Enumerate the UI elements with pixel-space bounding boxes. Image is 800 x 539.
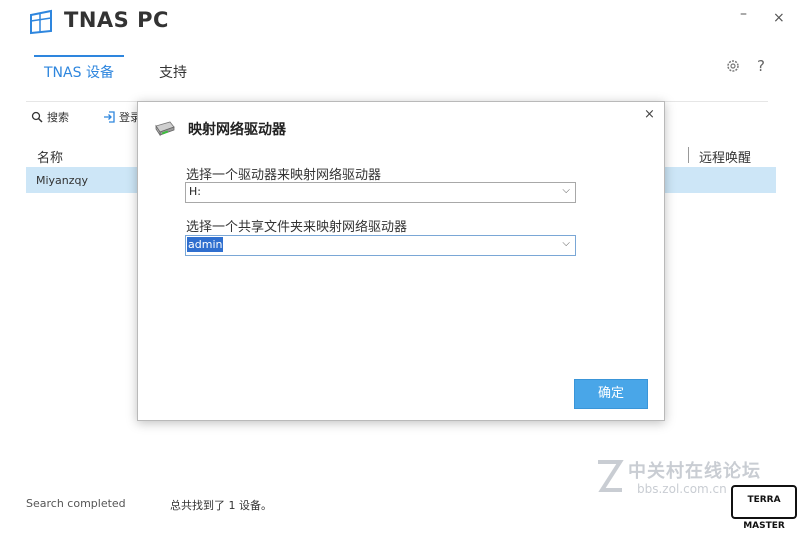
dialog-close-button[interactable]: × [644,107,655,122]
column-separator[interactable] [688,147,689,163]
share-select-value: admin [187,237,224,252]
status-text: Search completed [26,497,126,510]
zol-logo-icon [598,460,624,492]
watermark-site-name: 中关村在线论坛 [628,461,761,482]
column-header-wake[interactable]: 远程唤醒 [699,147,751,166]
gear-icon[interactable] [725,58,741,74]
chevron-down-icon: ⌵ [562,185,570,196]
login-icon [104,111,115,123]
drive-select-value: H: [189,185,201,198]
search-icon [31,111,43,123]
app-logo-icon [30,9,52,35]
drive-select[interactable]: H: ⌵ [185,182,576,203]
column-header-name[interactable]: 名称 [37,147,63,166]
app-title: TNAS PC [64,8,169,32]
device-name: Miyanzqy [36,174,89,187]
help-icon[interactable]: ? [757,57,765,75]
close-window-button[interactable]: × [773,10,785,26]
active-tab-indicator [34,55,124,57]
map-network-drive-dialog: 映射网络驱动器 × 选择一个驱动器来映射网络驱动器 H: ⌵ 选择一个共享文件夹… [137,101,665,421]
device-count-text: 总共找到了 1 设备。 [170,499,272,512]
search-label: 搜索 [47,111,69,124]
network-drive-icon [155,121,175,137]
ok-button[interactable]: 确定 [574,379,648,409]
tab-tnas-devices[interactable]: TNAS 设备 [44,62,114,82]
dialog-title: 映射网络驱动器 [188,122,286,138]
chevron-down-icon: ⌵ [562,238,570,249]
login-button[interactable]: 登录 [103,109,141,125]
drive-label: 选择一个驱动器来映射网络驱动器 [186,168,382,183]
search-button[interactable]: 搜索 [31,109,69,125]
terramaster-logo: TERRA MASTER [731,485,797,531]
minimize-button[interactable]: – [740,6,747,22]
share-select[interactable]: admin ⌵ [185,235,576,256]
watermark-url: bbs.zol.com.cn [637,482,727,496]
tab-support[interactable]: 支持 [159,62,187,82]
share-label: 选择一个共享文件夹来映射网络驱动器 [186,220,408,235]
